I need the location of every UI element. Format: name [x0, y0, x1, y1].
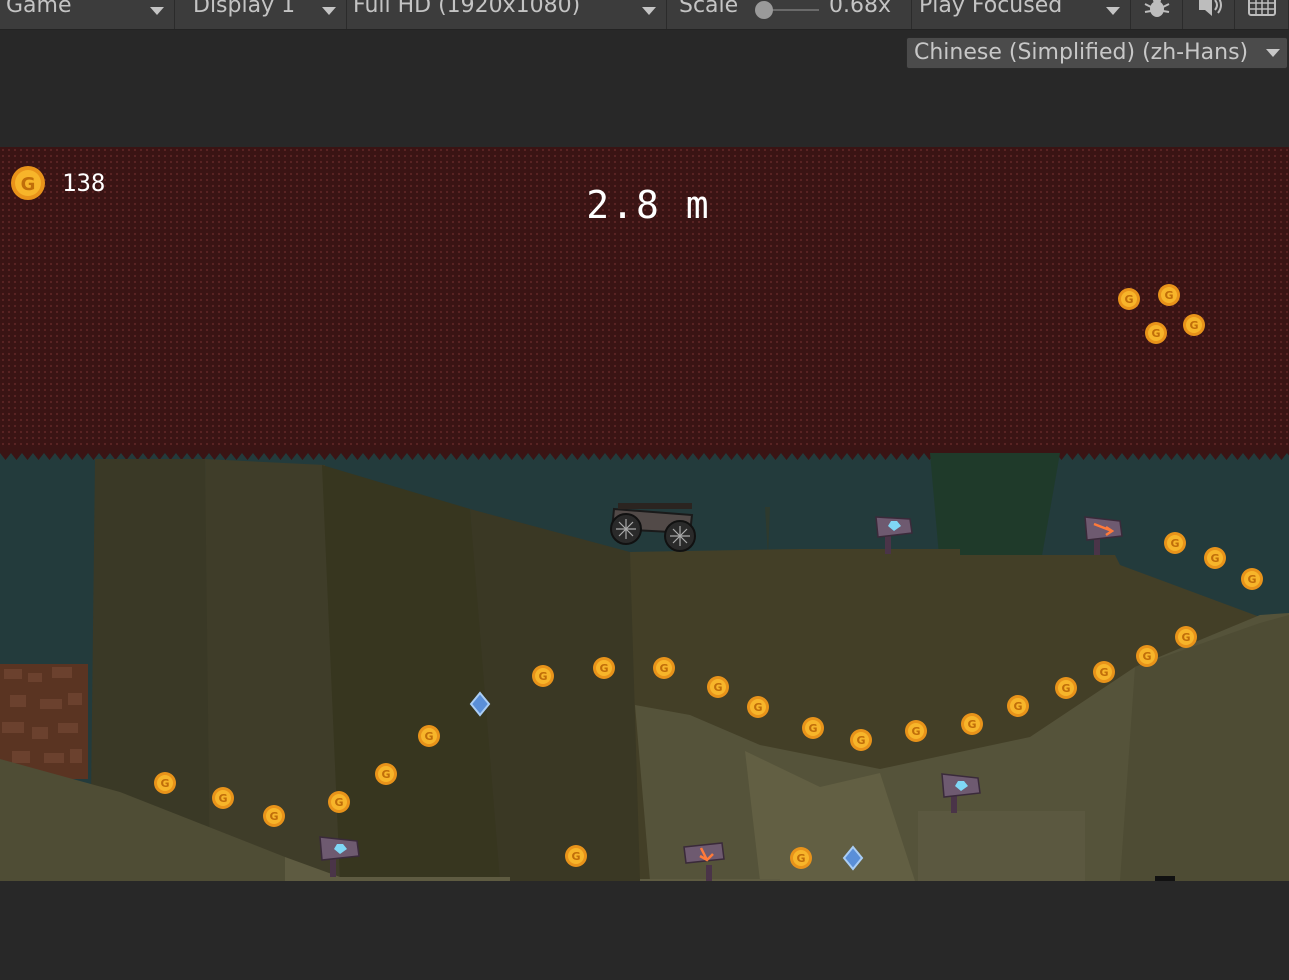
chevron-down-icon — [150, 7, 164, 15]
keyboard-icon — [1247, 0, 1276, 16]
scale-value: 0.68x — [829, 0, 892, 18]
coin: G — [154, 772, 176, 794]
svg-text:G: G — [659, 662, 668, 675]
audio-icon — [1198, 0, 1222, 16]
player-cart — [610, 503, 696, 552]
mute-audio-button[interactable] — [1183, 0, 1235, 29]
svg-text:G: G — [1151, 327, 1160, 340]
svg-text:G: G — [1181, 631, 1190, 644]
coin: G — [532, 665, 554, 687]
chevron-down-icon — [322, 7, 336, 15]
game-view-toolbar: Game Display 1 Full HD (1920x1080) Scale… — [0, 0, 1289, 30]
keyboard-shortcuts-button[interactable] — [1235, 0, 1289, 29]
svg-text:G: G — [599, 662, 608, 675]
svg-text:G: G — [334, 796, 343, 809]
svg-text:G: G — [538, 670, 547, 683]
chevron-down-icon — [642, 7, 656, 15]
coin: G — [1145, 322, 1167, 344]
coin: G — [1158, 284, 1180, 306]
svg-text:G: G — [808, 722, 817, 735]
view-mode-label: Game — [6, 0, 72, 18]
unity-editor-window: Game Display 1 Full HD (1920x1080) Scale… — [0, 0, 1289, 980]
svg-text:G: G — [1142, 650, 1151, 663]
svg-text:G: G — [753, 701, 762, 714]
svg-text:G: G — [1061, 682, 1070, 695]
scale-label: Scale — [679, 0, 739, 18]
svg-text:G: G — [1210, 552, 1219, 565]
svg-text:G: G — [571, 850, 580, 863]
coin: G — [375, 763, 397, 785]
cave-pillar — [765, 507, 770, 557]
coin: G — [653, 657, 675, 679]
svg-text:G: G — [1099, 666, 1108, 679]
svg-text:G: G — [713, 681, 722, 694]
coin: G — [850, 729, 872, 751]
coin: G — [263, 805, 285, 827]
svg-text:G: G — [796, 852, 805, 865]
locale-label: Chinese (Simplified) (zh-Hans) — [914, 40, 1249, 65]
resolution-dropdown[interactable]: Full HD (1920x1080) — [347, 0, 667, 29]
scale-control: Scale 0.68x — [667, 0, 912, 29]
ground-ledge — [918, 811, 1085, 881]
coin: G — [328, 791, 350, 813]
chevron-down-icon — [1266, 49, 1280, 57]
svg-text:G: G — [1247, 573, 1256, 586]
svg-text:G: G — [218, 792, 227, 805]
svg-text:G: G — [424, 730, 433, 743]
coin: G — [212, 787, 234, 809]
coin: G — [802, 717, 824, 739]
view-mode-dropdown[interactable]: Game — [0, 0, 175, 29]
locale-dropdown[interactable]: Chinese (Simplified) (zh-Hans) — [906, 37, 1288, 69]
game-scene: G G G G G G G G G G G G G G G G G G G G G G G G G G G G G — [0, 284, 1289, 881]
coin: G — [961, 713, 983, 735]
chevron-down-icon — [1106, 7, 1120, 15]
game-viewport[interactable]: GGGGGGGGGGGGGGGGGGGGGGGGGGGGG G 138 2.8 … — [0, 147, 1289, 881]
svg-text:G: G — [1013, 700, 1022, 713]
resolution-label: Full HD (1920x1080) — [353, 0, 581, 18]
scale-slider-handle[interactable] — [755, 1, 773, 19]
display-label: Display 1 — [193, 0, 296, 18]
svg-text:G: G — [1170, 537, 1179, 550]
ground-marker — [1155, 876, 1175, 881]
coin: G — [593, 657, 615, 679]
coin: G — [747, 696, 769, 718]
svg-text:G: G — [856, 734, 865, 747]
svg-text:G: G — [269, 810, 278, 823]
coin: G — [418, 725, 440, 747]
coin: G — [565, 845, 587, 867]
ceiling-spikes — [0, 447, 1289, 460]
coin: G — [1204, 547, 1226, 569]
coin: G — [707, 676, 729, 698]
stats-toggle-button[interactable] — [1131, 0, 1183, 29]
svg-text:G: G — [381, 768, 390, 781]
svg-text:G: G — [967, 718, 976, 731]
coin: G — [790, 847, 812, 869]
svg-text:G: G — [1124, 293, 1133, 306]
coin: G — [1093, 661, 1115, 683]
coin: G — [905, 720, 927, 742]
hud-distance: 2.8 m — [586, 183, 711, 227]
coin: G — [1241, 568, 1263, 590]
coin: G — [1175, 626, 1197, 648]
svg-text:G: G — [1189, 319, 1198, 332]
svg-text:G: G — [160, 777, 169, 790]
coin: G — [1164, 532, 1186, 554]
rock-slab — [470, 509, 650, 881]
coin: G — [1118, 288, 1140, 310]
coin: G — [1055, 677, 1077, 699]
gem-signpost — [875, 516, 913, 554]
svg-text:G: G — [911, 725, 920, 738]
display-dropdown[interactable]: Display 1 — [175, 0, 347, 29]
coin: G — [1007, 695, 1029, 717]
svg-text:G: G — [1164, 289, 1173, 302]
play-mode-label: Play Focused — [919, 0, 1063, 18]
arrow-signpost — [1084, 516, 1123, 555]
bug-icon — [1144, 0, 1169, 17]
coin: G — [1183, 314, 1205, 336]
play-mode-dropdown[interactable]: Play Focused — [912, 0, 1131, 29]
scale-slider-track[interactable] — [767, 9, 819, 11]
coin: G — [1136, 645, 1158, 667]
